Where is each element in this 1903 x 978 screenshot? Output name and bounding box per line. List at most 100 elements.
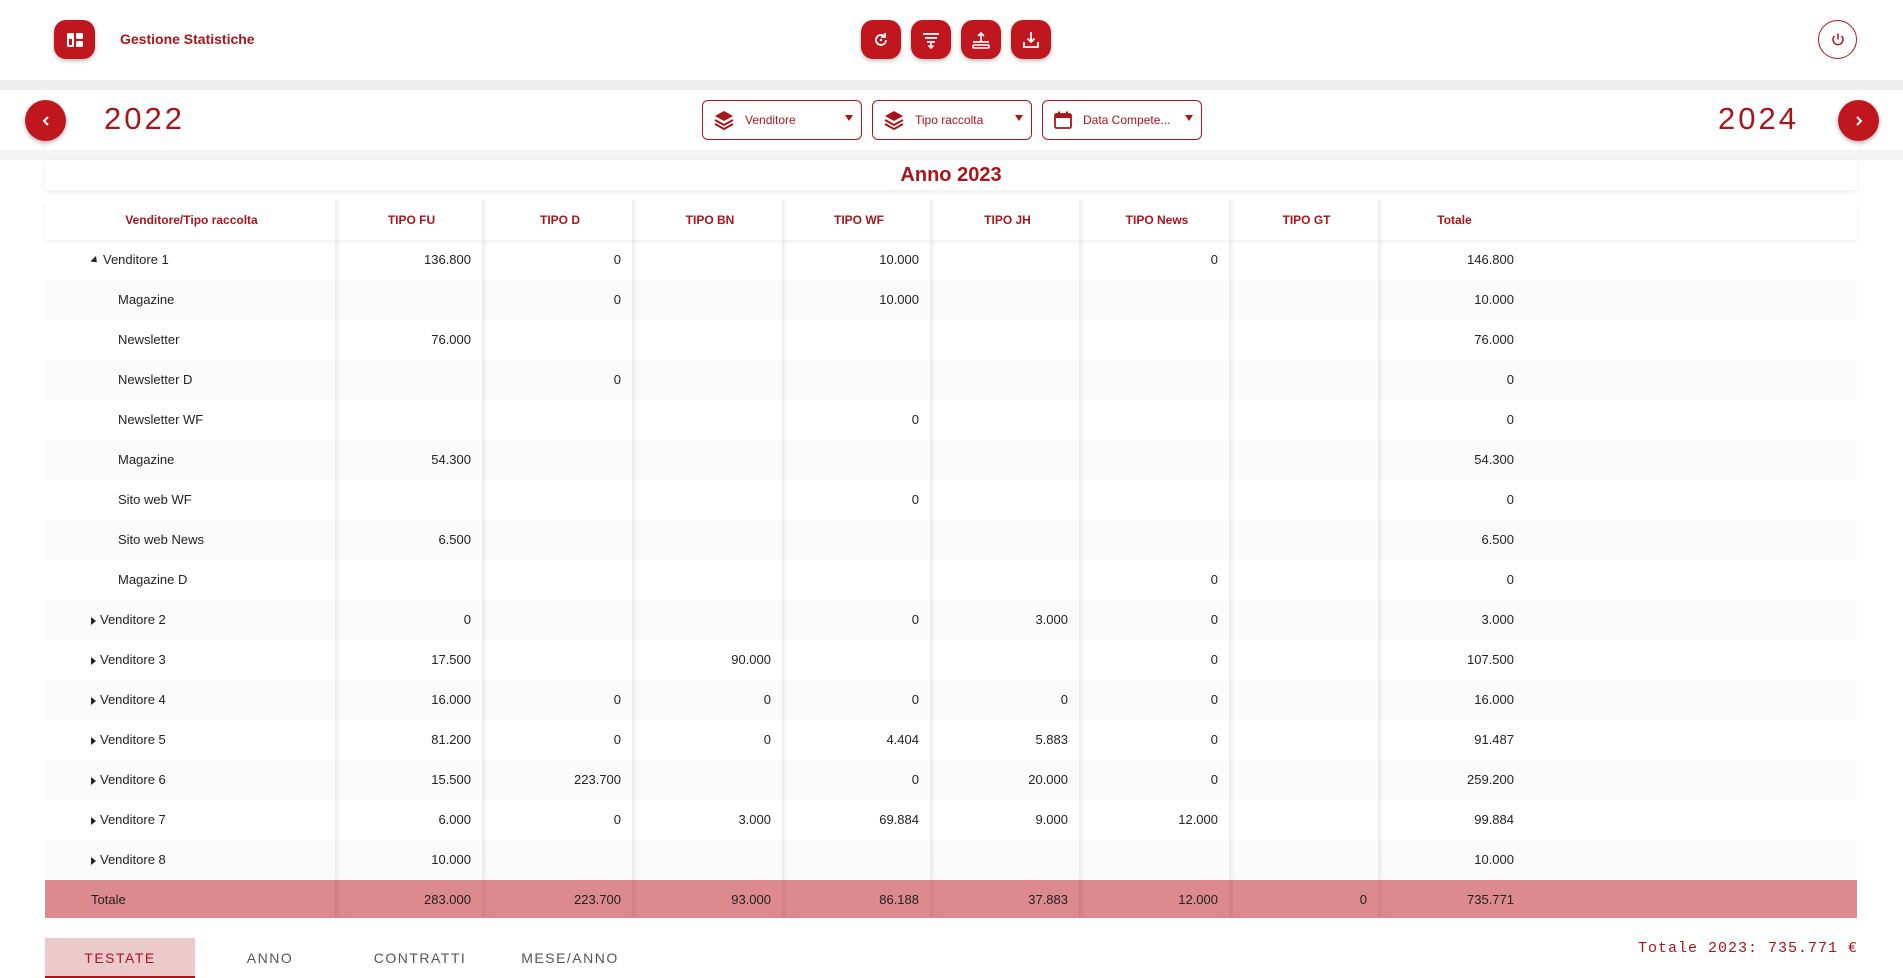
column-separator [930,200,936,917]
prev-year-button[interactable] [25,100,66,141]
expand-icon[interactable] [91,616,96,625]
table-cell [338,400,485,440]
column-separator [1079,200,1085,917]
table-cell [933,400,1082,440]
column-separator [335,200,341,917]
filter-download-button[interactable] [911,20,951,59]
table-cell [1232,240,1381,280]
table-cell: 16.000 [431,692,471,707]
expand-icon[interactable] [91,656,96,665]
row-label-text: Sito web WF [118,492,192,507]
table-row[interactable]: Venditore 8 10.000 10.000 [45,840,1857,880]
expand-icon[interactable] [91,696,96,705]
table-cell [933,560,1082,600]
tab-mese-anno[interactable]: MESE/ANNO [495,938,645,978]
prev-year-label[interactable]: 2022 [104,101,185,137]
refresh-icon [875,32,887,46]
table-cell [485,480,635,520]
next-year-label[interactable]: 2024 [1718,101,1799,137]
upload-button[interactable] [961,20,1001,59]
row-label-text: Venditore 3 [100,652,166,667]
table-cell [635,480,785,520]
table-row[interactable]: Venditore 5 81.200 0 0 4.404 5.883 0 91.487 [45,720,1857,760]
table-cell: 0 [1210,772,1218,787]
table-cell: 20.000 [1028,772,1068,787]
row-label: Venditore 2 [45,600,338,640]
table-row[interactable]: Venditore 3 17.500 90.000 0 107.500 [45,640,1857,680]
table-cell: 3.000 [1035,612,1068,627]
table-row[interactable]: Venditore 6 15.500 223.700 0 20.000 0 259.200 [45,760,1857,800]
table-row[interactable]: Venditore 2 0 0 3.000 0 3.000 [45,600,1857,640]
filter-tipo-raccolta[interactable]: Tipo raccolta [872,100,1032,140]
column-header: TIPO BN [685,213,735,227]
divider [0,80,1903,90]
table-cell [635,440,785,480]
refresh-button[interactable] [861,20,901,59]
row-label-text: Magazine [118,292,175,307]
table-cell: 0 [911,412,919,427]
table-cell: 0 [911,772,919,787]
table-cell: 0 [911,692,919,707]
table-cell: 76.000 [1474,332,1514,347]
pivot-table: Venditore/Tipo raccolta TIPO FU TIPO D TIPO… [45,200,1857,920]
table-cell [635,520,785,560]
total-cell: 0 [1359,892,1367,907]
table-cell [1232,800,1381,840]
table-cell [635,400,785,440]
table-cell [933,360,1082,400]
table-cell [635,560,785,600]
table-cell [635,360,785,400]
table-cell [485,440,635,480]
filter-tipo-raccolta-label: Tipo raccolta [915,113,984,127]
filter-data-competenza[interactable]: Data Compete... [1042,100,1202,140]
tab-anno[interactable]: ANNO [195,938,345,978]
table-cell [635,600,785,640]
table-cell: 0 [1060,692,1068,707]
row-label: Newsletter [45,320,338,360]
download-button[interactable] [1011,20,1051,59]
table-cell [485,320,635,360]
table-cell [635,840,785,880]
caret-down-icon [1015,115,1023,121]
column-header: Totale [1437,213,1472,227]
column-header: Venditore/Tipo raccolta [125,213,258,227]
tab-contratti[interactable]: CONTRATTI [345,938,495,978]
filter-data-competenza-label: Data Compete... [1083,113,1171,127]
table-cell: 0 [463,612,471,627]
row-label-text: Venditore 8 [100,852,166,867]
expand-icon[interactable] [91,856,96,865]
table-row: Newsletter 76.000 76.000 [45,320,1857,360]
table-cell: 15.500 [431,772,471,787]
divider [0,150,1903,160]
row-label-text: Magazine D [118,572,188,587]
row-label: Sito web News [45,520,338,560]
table-cell [785,560,933,600]
table-cell: 91.487 [1474,732,1514,747]
dashboard-icon[interactable] [54,20,95,59]
total-cell: 283.000 [424,892,471,907]
expand-icon[interactable] [91,736,96,745]
next-year-button[interactable] [1838,100,1879,141]
table-cell: 10.000 [1474,292,1514,307]
table-cell [485,640,635,680]
table-row[interactable]: Venditore 1 136.800 0 10.000 0 146.800 [45,240,1857,280]
expand-icon[interactable] [91,816,96,825]
table-row[interactable]: Venditore 7 6.000 0 3.000 69.884 9.000 12.000 9… [45,800,1857,840]
table-cell: 3.000 [738,812,771,827]
chevron-right-icon [1855,115,1862,126]
power-button[interactable] [1818,20,1857,59]
expand-icon[interactable] [91,776,96,785]
table-cell [338,560,485,600]
filter-venditore[interactable]: Venditore [702,100,862,140]
app-header: Gestione Statistiche [0,0,1903,80]
table-cell [933,480,1082,520]
table-cell [338,280,485,320]
table-cell [338,480,485,520]
table-cell [1082,400,1232,440]
tab-testate[interactable]: TESTATE [45,938,195,978]
table-row[interactable]: Venditore 4 16.000 0 0 0 0 0 16.000 [45,680,1857,720]
column-separator [1378,200,1384,917]
table-cell [1082,520,1232,560]
filter-icon [923,32,939,49]
collapse-icon[interactable] [90,255,100,266]
